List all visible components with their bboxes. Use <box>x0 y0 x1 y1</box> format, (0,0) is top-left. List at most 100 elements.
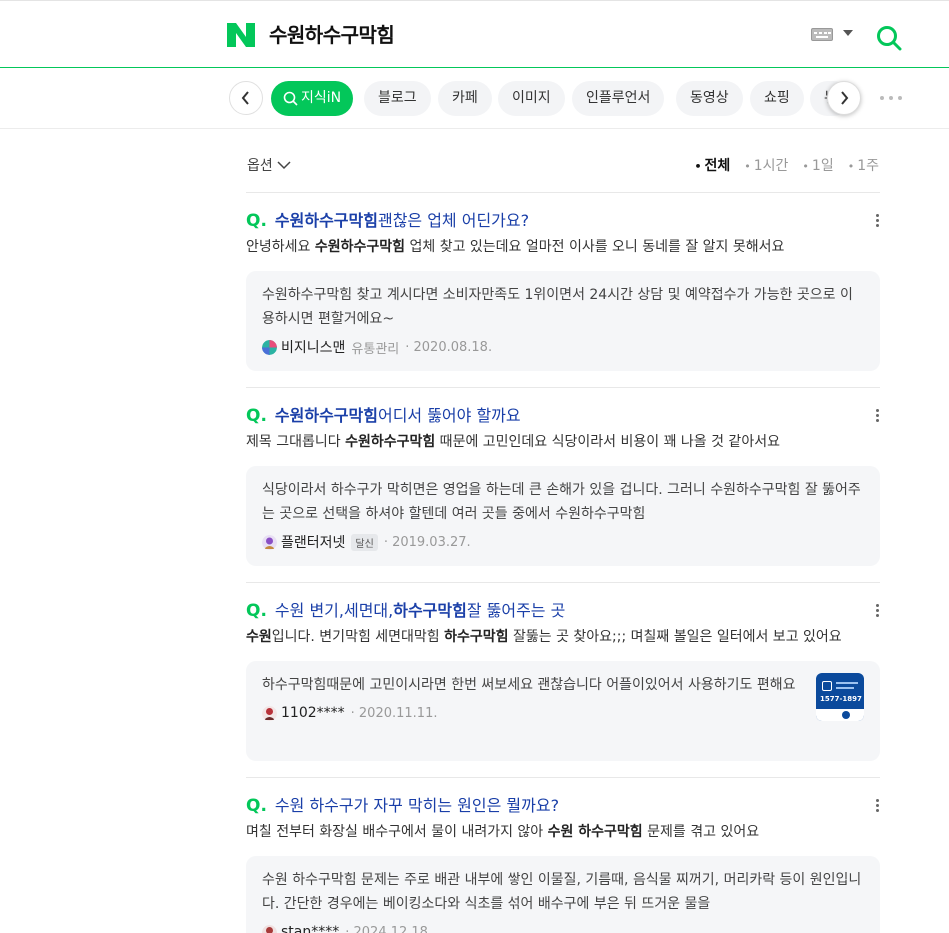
result-title[interactable]: Q. 수원하수구막힘 어디서 뚫어야 할까요 <box>246 404 880 428</box>
divider <box>246 582 880 583</box>
result-item: Q. 수원하수구막힘 괜찮은 업체 어딘가요? 안녕하세요 수원하수구막힘 업체… <box>246 209 880 371</box>
naver-logo-icon[interactable] <box>227 23 255 47</box>
result-title[interactable]: Q. 수원 변기,세면대, 하수구막힘 잘 뚫어주는 곳 <box>246 599 880 623</box>
chevron-down-icon[interactable] <box>843 30 853 36</box>
answer-text: 하수구막힘때문에 고민이시라면 한번 써보세요 괜찮습니다 어플이있어서 사용하… <box>262 677 796 693</box>
title-keyword: 하수구막힘 <box>393 601 467 620</box>
divider <box>246 192 880 193</box>
tab-kin[interactable]: 지식iN <box>271 81 354 116</box>
author-name[interactable]: stan**** <box>281 924 339 933</box>
desc-keyword: 수원 하수구막힘 <box>547 824 643 840</box>
tabs-next-button[interactable] <box>827 81 861 115</box>
more-icon[interactable] <box>880 96 904 102</box>
desc-text: 때문에 고민인데요 식당이라서 비용이 꽤 나올 것 같아서요 <box>435 434 780 450</box>
result-title[interactable]: Q. 수원하수구막힘 괜찮은 업체 어딘가요? <box>246 209 880 233</box>
period-all[interactable]: 전체 <box>694 155 730 175</box>
answer-date: · 2019.03.27. <box>383 534 471 550</box>
author-name[interactable]: 비지니스맨 <box>281 337 345 357</box>
thumbnail-phone: 1577-1897 <box>820 695 862 703</box>
tab-shopping[interactable]: 쇼핑 <box>750 81 804 116</box>
result-item: Q. 수원 변기,세면대, 하수구막힘 잘 뚫어주는 곳 수원입니다. 변기막힘 … <box>246 599 880 761</box>
answer-box[interactable]: 하수구막힘때문에 고민이시라면 한번 써보세요 괜찮습니다 어플이있어서 사용하… <box>246 661 880 761</box>
answer-date: · 2020.11.11. <box>350 705 438 721</box>
avatar[interactable] <box>262 705 277 721</box>
answer-meta: 비지니스맨 유통관리 · 2020.08.18. <box>262 337 864 357</box>
title-text: 괜찮은 업체 어딘가요? <box>377 211 530 230</box>
avatar[interactable] <box>262 339 277 355</box>
answer-thumbnail[interactable]: 1577-1897 <box>816 673 864 721</box>
title-text: 어디서 뚫어야 할까요 <box>377 406 521 425</box>
tabs-prev-button[interactable] <box>229 81 263 115</box>
result-description[interactable]: 제목 그대롭니다 수원하수구막힘 때문에 고민인데요 식당이라서 비용이 꽤 나… <box>246 432 880 452</box>
tab-blog[interactable]: 블로그 <box>364 81 431 116</box>
desc-keyword: 수원하수구막힘 <box>345 434 436 450</box>
search-query[interactable]: 수원하수구막힘 <box>269 19 395 51</box>
question-mark: Q. <box>246 211 267 231</box>
tab-video[interactable]: 동영상 <box>676 81 743 116</box>
period-1w[interactable]: 1주 <box>848 155 879 175</box>
answer-box[interactable]: 수원하수구막힘 찾고 계시다면 소비자만족도 1위이면서 24시간 상담 및 예… <box>246 271 880 371</box>
desc-text: 안녕하세요 <box>246 239 315 255</box>
kebab-menu-icon[interactable] <box>876 603 880 619</box>
result-description[interactable]: 수원입니다. 변기막힘 세면대막힘 하수구막힘 잘뚫는 곳 찾아요;;; 며칠째… <box>246 627 880 647</box>
options-toggle[interactable]: 옵션 <box>247 155 291 175</box>
answer-text: 수원하수구막힘 찾고 계시다면 소비자만족도 1위이면서 24시간 상담 및 예… <box>262 287 853 327</box>
result-description[interactable]: 며칠 전부터 화장실 배수구에서 물이 내려가지 않아 수원 하수구막힘 문제를… <box>246 822 880 842</box>
search-icon[interactable] <box>876 25 902 51</box>
title-text: 잘 뚫어주는 곳 <box>466 601 566 620</box>
period-filter: 전체 1시간 1일 1주 <box>694 155 879 175</box>
desc-keyword: 하수구막힘 <box>444 629 509 645</box>
chevron-right-icon <box>841 91 849 105</box>
desc-text: 문제를 겪고 있어요 <box>642 824 760 840</box>
answer-meta: 1102**** · 2020.11.11. <box>262 703 800 723</box>
chevron-left-icon <box>241 91 249 105</box>
answer-box[interactable]: 식당이라서 하수구가 막히면은 영업을 하는데 큰 손해가 있을 겁니다. 그러… <box>246 466 880 566</box>
search-icon <box>283 91 298 106</box>
result-item: Q. 수원 하수구가 자꾸 막히는 원인은 뭘까요? 며칠 전부터 화장실 배수… <box>246 794 880 933</box>
keyboard-icon[interactable] <box>811 28 833 41</box>
question-mark: Q. <box>246 406 267 426</box>
title-text: 수원 하수구가 자꾸 막히는 원인은 뭘까요? <box>274 796 560 815</box>
result-item: Q. 수원하수구막힘 어디서 뚫어야 할까요 제목 그대롭니다 수원하수구막힘 … <box>246 404 880 566</box>
tab-cafe[interactable]: 카페 <box>438 81 492 116</box>
chevron-down-icon <box>277 160 291 169</box>
author-name[interactable]: 플랜터저넷 <box>281 532 345 552</box>
question-mark: Q. <box>246 796 267 816</box>
desc-keyword: 수원하수구막힘 <box>314 239 406 255</box>
question-mark: Q. <box>246 601 267 621</box>
author-name[interactable]: 1102**** <box>281 705 345 721</box>
tab-label: 지식iN <box>301 90 342 106</box>
kebab-menu-icon[interactable] <box>876 408 880 424</box>
author-grade: 유통관리 <box>351 341 400 357</box>
avatar[interactable] <box>262 924 277 933</box>
answer-box[interactable]: 수원 하수구막힘 문제는 주로 배관 내부에 쌓인 이물질, 기름때, 음식물 … <box>246 856 880 933</box>
desc-text: 며칠 전부터 화장실 배수구에서 물이 내려가지 않아 <box>246 824 548 840</box>
result-description[interactable]: 안녕하세요 수원하수구막힘 업체 찾고 있는데요 얼마전 이사를 오니 동네를 … <box>246 237 880 257</box>
answer-meta: 플랜터저넷 달신 · 2019.03.27. <box>262 532 864 552</box>
tab-influencer[interactable]: 인플루언서 <box>572 81 665 116</box>
desc-keyword: 수원 <box>246 629 272 645</box>
desc-text: 입니다. 변기막힘 세면대막힘 <box>271 629 445 645</box>
answer-meta: stan**** · 2024.12.18. <box>262 922 864 933</box>
options-label: 옵션 <box>247 158 273 174</box>
title-keyword: 수원하수구막힘 <box>274 406 378 425</box>
period-1h[interactable]: 1시간 <box>744 155 789 175</box>
tab-image[interactable]: 이미지 <box>498 81 565 116</box>
search-header: 수원하수구막힘 <box>0 3 949 68</box>
answer-date: · 2020.08.18. <box>405 339 493 355</box>
kebab-menu-icon[interactable] <box>876 213 880 229</box>
answer-text: 수원 하수구막힘 문제는 주로 배관 내부에 쌓인 이물질, 기름때, 음식물 … <box>262 872 862 912</box>
title-keyword: 수원하수구막힘 <box>274 211 378 230</box>
title-text: 수원 변기,세면대, <box>274 601 394 620</box>
desc-text: 제목 그대롭니다 <box>246 434 346 450</box>
result-title[interactable]: Q. 수원 하수구가 자꾸 막히는 원인은 뭘까요? <box>246 794 880 818</box>
kebab-menu-icon[interactable] <box>876 798 880 814</box>
period-1d[interactable]: 1일 <box>802 155 834 175</box>
category-tabs: 지식iN 블로그 카페 이미지 인플루언서 동영상 쇼핑 뉴 <box>0 69 949 129</box>
answer-text: 식당이라서 하수구가 막히면은 영업을 하는데 큰 손해가 있을 겁니다. 그러… <box>262 482 861 522</box>
divider <box>246 387 880 388</box>
answer-date: · 2024.12.18. <box>345 924 433 933</box>
author-badge: 달신 <box>351 533 378 551</box>
desc-text: 잘뚫는 곳 찾아요;;; 며칠째 볼일은 일터에서 보고 있어요 <box>508 629 842 645</box>
avatar[interactable] <box>262 534 277 550</box>
